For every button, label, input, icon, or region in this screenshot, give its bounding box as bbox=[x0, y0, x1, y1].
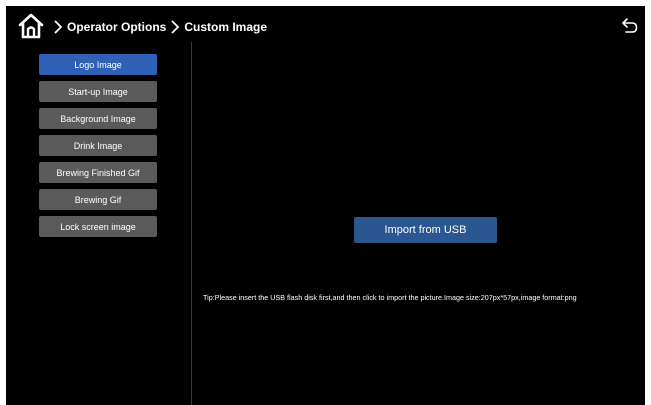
tip-text: Tip:Please insert the USB flash disk fir… bbox=[203, 293, 577, 302]
sidebar-item-brewing-gif[interactable]: Brewing Gif bbox=[39, 189, 157, 210]
breadcrumb-custom-image: Custom Image bbox=[184, 20, 268, 34]
breadcrumb: Operator Options Custom Image bbox=[52, 18, 267, 36]
back-arrow-icon bbox=[622, 18, 638, 33]
sidebar-item-drink-image[interactable]: Drink Image bbox=[39, 135, 157, 156]
chevron-right-icon bbox=[171, 20, 180, 34]
sidebar-item-start-up-image[interactable]: Start-up Image bbox=[39, 81, 157, 102]
sidebar-item-brewing-finished-gif[interactable]: Brewing Finished Gif bbox=[39, 162, 157, 183]
back-button[interactable] bbox=[621, 17, 639, 35]
import-from-usb-button[interactable]: Import from USB bbox=[354, 217, 497, 243]
vertical-divider bbox=[191, 42, 192, 405]
screen: Operator Options Custom Image Logo Image… bbox=[6, 6, 645, 405]
breadcrumb-operator-options[interactable]: Operator Options bbox=[67, 20, 166, 34]
sidebar-item-background-image[interactable]: Background Image bbox=[39, 108, 157, 129]
sidebar-item-logo-image[interactable]: Logo Image bbox=[39, 54, 157, 75]
header: Operator Options Custom Image bbox=[6, 6, 645, 46]
home-button[interactable] bbox=[17, 12, 45, 40]
home-icon bbox=[18, 13, 44, 39]
chevron-right-icon bbox=[54, 20, 63, 34]
sidebar: Logo Image Start-up Image Background Ima… bbox=[39, 54, 157, 243]
sidebar-item-lock-screen-image[interactable]: Lock screen image bbox=[39, 216, 157, 237]
